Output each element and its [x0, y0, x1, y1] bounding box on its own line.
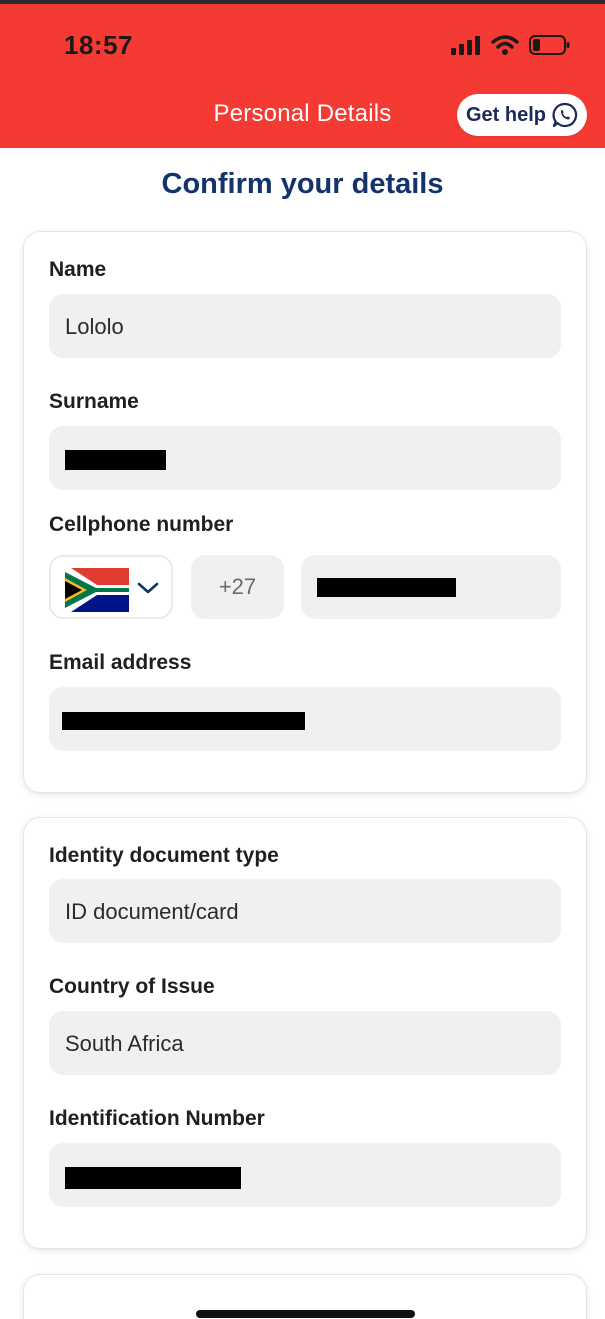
status-time: 18:57 — [64, 30, 133, 60]
name-field[interactable]: Lololo — [49, 294, 561, 358]
page-title: Confirm your details — [161, 168, 444, 200]
name-value: Lololo — [65, 314, 124, 339]
signal-icon — [451, 35, 481, 55]
chevron-down-icon — [137, 581, 159, 595]
whatsapp-icon — [552, 102, 578, 128]
document-type-value: ID document/card — [65, 899, 239, 924]
home-indicator[interactable] — [196, 1310, 415, 1318]
id-number-field[interactable] — [49, 1143, 561, 1207]
app-header: 18:57 Personal Details Get help — [0, 4, 605, 148]
contact-details-card: Name Lololo Surname Cellphone number +27 — [24, 232, 586, 792]
cellphone-label: Cellphone number — [49, 513, 234, 536]
phone-number-field[interactable] — [301, 555, 561, 619]
redacted-surname — [65, 450, 166, 470]
document-type-field[interactable]: ID document/card — [49, 879, 561, 943]
dial-code-field[interactable]: +27 — [191, 555, 284, 619]
country-of-issue-field[interactable]: South Africa — [49, 1011, 561, 1075]
surname-field[interactable] — [49, 426, 561, 490]
battery-icon — [529, 34, 571, 56]
get-help-button[interactable]: Get help — [457, 94, 587, 136]
redacted-id-number — [65, 1167, 241, 1189]
country-of-issue-label: Country of Issue — [49, 975, 215, 998]
identity-details-card: Identity document type ID document/card … — [24, 818, 586, 1248]
south-africa-flag-icon — [65, 568, 129, 612]
document-type-label: Identity document type — [49, 844, 279, 867]
status-icons — [451, 34, 571, 56]
email-label: Email address — [49, 651, 192, 674]
country-code-select[interactable] — [49, 555, 173, 619]
surname-label: Surname — [49, 390, 139, 413]
id-number-label: Identification Number — [49, 1107, 265, 1130]
wifi-icon — [491, 34, 519, 56]
country-of-issue-value: South Africa — [65, 1031, 184, 1056]
email-field[interactable] — [49, 687, 561, 751]
redacted-phone-number — [317, 578, 456, 597]
name-label: Name — [49, 258, 107, 281]
get-help-label: Get help — [465, 103, 546, 126]
redacted-email — [62, 712, 305, 730]
